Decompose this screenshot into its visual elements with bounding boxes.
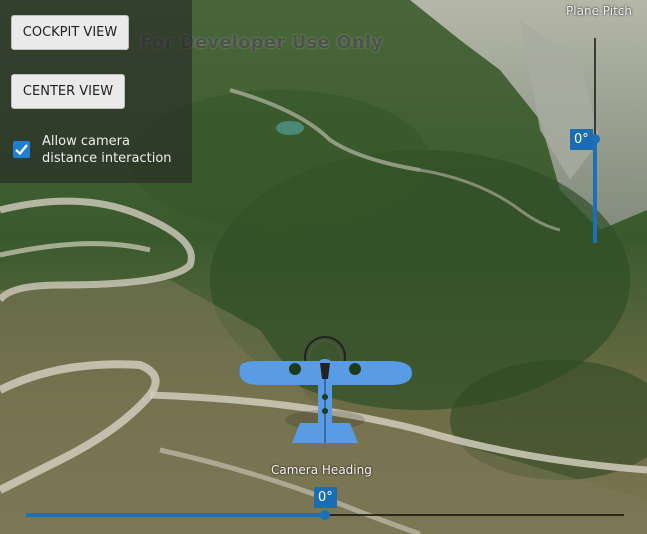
allow-camera-distance-option[interactable]: Allow camera distance interaction [13, 133, 182, 167]
allow-camera-distance-label: Allow camera distance interaction [42, 134, 172, 166]
airplane-model [239, 336, 412, 443]
checkmark-icon [15, 144, 28, 155]
plane-pitch-value: 0° [570, 129, 593, 150]
center-view-button[interactable]: CENTER VIEW [11, 74, 125, 109]
camera-heading-value: 0° [314, 487, 337, 508]
camera-control-panel: COCKPIT VIEW CENTER VIEW Allow camera di… [0, 0, 192, 183]
camera-heading-slider-fill [26, 513, 325, 517]
allow-camera-distance-checkbox[interactable] [13, 141, 30, 158]
camera-heading-slider-handle[interactable] [320, 510, 330, 520]
camera-heading-title: Camera Heading [271, 463, 372, 477]
cockpit-view-button[interactable]: COCKPIT VIEW [11, 15, 129, 50]
plane-pitch-title: Plane Pitch [566, 4, 632, 18]
plane-pitch-slider-fill [593, 139, 597, 243]
